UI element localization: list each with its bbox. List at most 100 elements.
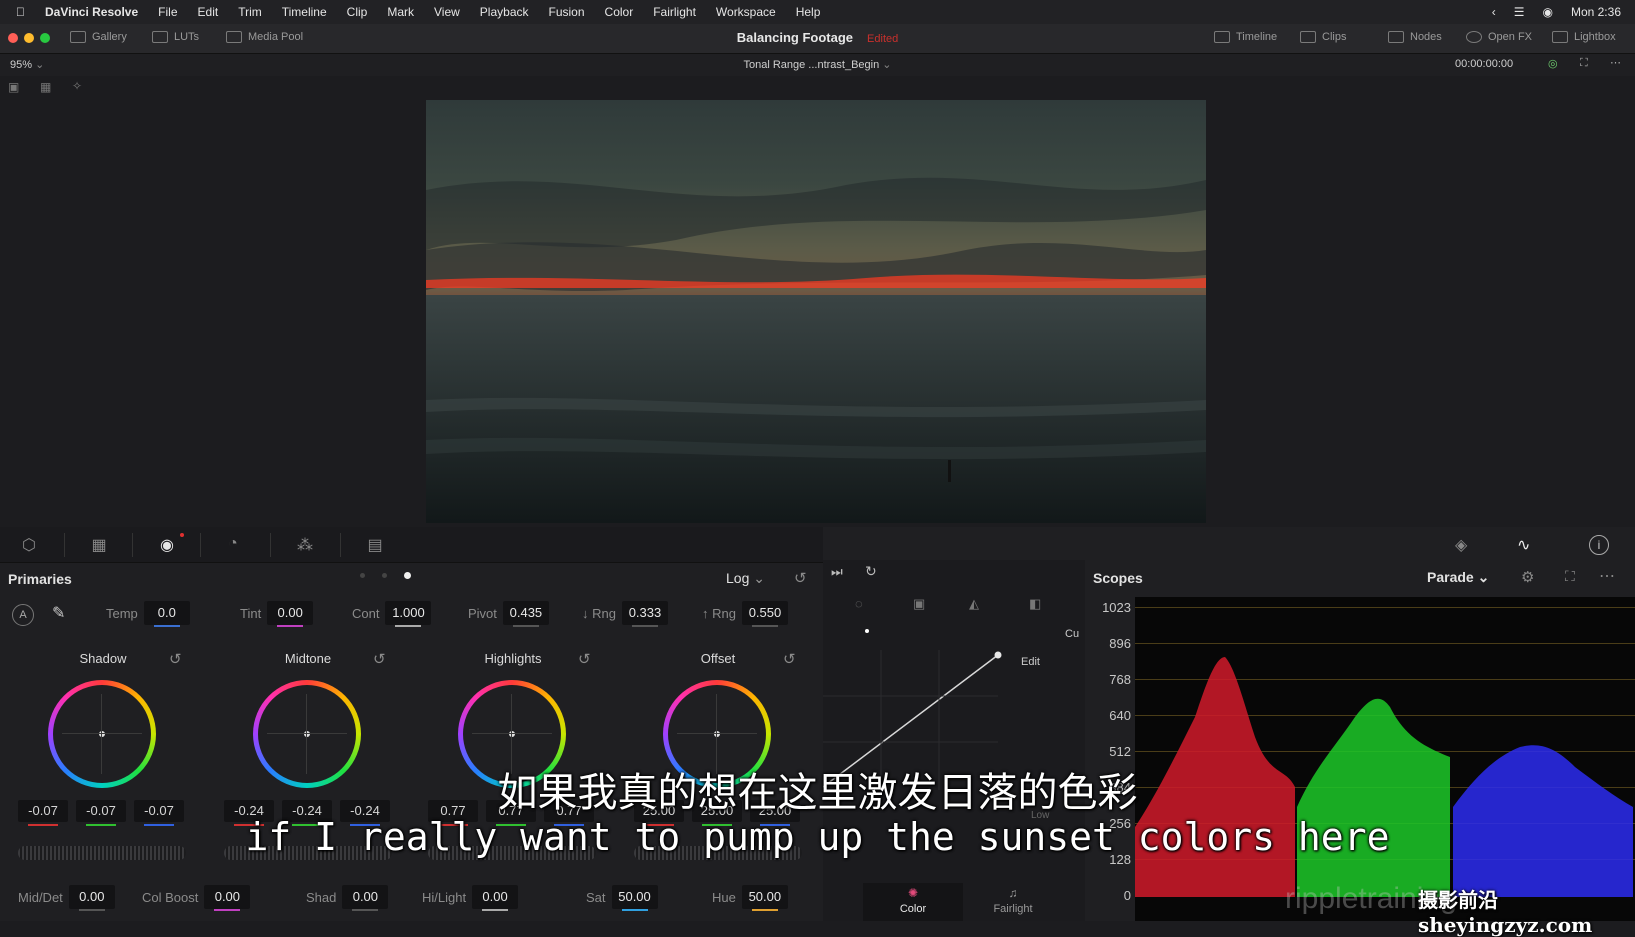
control-center-icon[interactable]: ☰ bbox=[1514, 5, 1525, 19]
menu-fusion[interactable]: Fusion bbox=[549, 5, 585, 19]
curve-mode-icon[interactable]: ◭ bbox=[969, 596, 979, 612]
color-match-icon[interactable]: ▦ bbox=[86, 535, 112, 555]
low-range-field[interactable]: 0.333 bbox=[621, 601, 668, 627]
wheel-crosshair bbox=[62, 733, 142, 734]
menu-help[interactable]: Help bbox=[796, 5, 821, 19]
menu-clip[interactable]: Clip bbox=[347, 5, 368, 19]
open-fx-button[interactable]: Open FX bbox=[1466, 31, 1532, 43]
timeline-button[interactable]: Timeline bbox=[1214, 31, 1277, 43]
clips-button[interactable]: Clips bbox=[1300, 31, 1346, 43]
reset-all-icon[interactable]: ↺ bbox=[794, 569, 807, 587]
wheel-puck[interactable] bbox=[99, 731, 105, 737]
param-temp: Temp 0.0 bbox=[106, 600, 190, 627]
loop-icon[interactable]: ↻ bbox=[865, 563, 877, 580]
split-screen-icon[interactable]: ▦ bbox=[40, 80, 51, 94]
palette-tabs: ⬡ ▦ ◉ ◔ ⁂ ▤ bbox=[0, 527, 823, 563]
wheel-puck[interactable] bbox=[509, 731, 515, 737]
wheel-puck[interactable] bbox=[714, 731, 720, 737]
skip-end-icon[interactable]: ⏭ bbox=[831, 564, 843, 580]
auto-balance-icon[interactable]: A bbox=[12, 604, 34, 626]
pivot-field[interactable]: 0.435 bbox=[502, 601, 549, 627]
more-options-icon[interactable]: ⋯ bbox=[1599, 566, 1615, 586]
wheel-puck[interactable] bbox=[304, 731, 310, 737]
cont-field[interactable]: 1.000 bbox=[385, 601, 432, 627]
scope-tick: 640 bbox=[1109, 708, 1131, 723]
info-icon[interactable]: i bbox=[1589, 535, 1609, 555]
tint-field[interactable]: 0.00 bbox=[267, 601, 314, 627]
siri-icon[interactable]: ◉ bbox=[1542, 5, 1552, 19]
nodes-icon bbox=[1388, 31, 1404, 43]
clock: Mon 2:36 bbox=[1570, 5, 1621, 19]
color-wheels-icon[interactable]: ◉ bbox=[154, 535, 180, 555]
nodes-button[interactable]: Nodes bbox=[1388, 31, 1442, 43]
clips-label: Clips bbox=[1322, 31, 1347, 43]
param-saturation: Sat 50.00 bbox=[586, 884, 658, 911]
param-pivot: Pivot 0.435 bbox=[468, 600, 549, 627]
motion-effects-icon[interactable]: ▤ bbox=[362, 535, 388, 555]
scopes-title: Scopes bbox=[1093, 570, 1143, 586]
hue-field[interactable]: 50.00 bbox=[741, 885, 788, 911]
temp-field[interactable]: 0.0 bbox=[143, 601, 190, 627]
saturation-field[interactable]: 50.00 bbox=[611, 885, 658, 911]
param-tint: Tint 0.00 bbox=[240, 600, 314, 627]
menu-workspace[interactable]: Workspace bbox=[716, 5, 776, 19]
reset-icon[interactable]: ↺ bbox=[373, 650, 386, 668]
page-tab-fairlight[interactable]: ♫ Fairlight bbox=[963, 883, 1063, 921]
expand-icon[interactable]: ⛶ bbox=[1565, 568, 1575, 585]
page-dot[interactable] bbox=[382, 573, 387, 578]
wheel-crosshair bbox=[472, 733, 552, 734]
param-color-boost: Col Boost 0.00 bbox=[142, 884, 251, 911]
highlight-icon[interactable]: ✧ bbox=[72, 79, 82, 93]
image-wipe-icon[interactable]: ▣ bbox=[8, 80, 19, 94]
picker-icon[interactable]: ✎ bbox=[52, 603, 65, 623]
hdr-wheels-icon[interactable]: ◔ bbox=[220, 535, 246, 555]
mid-detail-field[interactable]: 0.00 bbox=[68, 885, 115, 911]
shadows-field[interactable]: 0.00 bbox=[342, 885, 389, 911]
menu-mark[interactable]: Mark bbox=[387, 5, 414, 19]
curve-mode-icon[interactable]: ◧ bbox=[1029, 596, 1041, 612]
menu-trim[interactable]: Trim bbox=[238, 5, 262, 19]
color-boost-field[interactable]: 0.00 bbox=[204, 885, 251, 911]
video-viewer[interactable] bbox=[426, 100, 1206, 523]
scopes-icon[interactable]: ∿ bbox=[1517, 535, 1530, 555]
more-options-icon[interactable]: ⋯ bbox=[1610, 56, 1621, 69]
high-range-field[interactable]: 0.550 bbox=[741, 601, 788, 627]
temp-label: Temp bbox=[106, 605, 138, 621]
viewer-tools: ▣ ▦ ✧ bbox=[0, 76, 1635, 98]
timecode[interactable]: 00:00:00:00 bbox=[1455, 58, 1513, 70]
curve-mode-icon[interactable]: ▣ bbox=[913, 596, 925, 612]
menu-edit[interactable]: Edit bbox=[198, 5, 219, 19]
menu-timeline[interactable]: Timeline bbox=[282, 5, 327, 19]
zoom-select[interactable]: 95% ⌄ bbox=[10, 58, 44, 71]
app-name[interactable]: DaVinci Resolve bbox=[45, 5, 138, 19]
parade-traces bbox=[1135, 657, 1633, 897]
menu-file[interactable]: File bbox=[158, 5, 177, 19]
page-dot-active[interactable] bbox=[404, 572, 411, 579]
keyframe-icon[interactable]: ◈ bbox=[1455, 535, 1467, 555]
scope-tick: 512 bbox=[1109, 744, 1131, 759]
curve-mode-icon[interactable]: ◌ bbox=[855, 596, 863, 611]
reset-icon[interactable]: ↺ bbox=[783, 650, 796, 668]
reset-icon[interactable]: ↺ bbox=[578, 650, 591, 668]
chevron-left-icon[interactable]: ‹ bbox=[1492, 5, 1496, 19]
menu-playback[interactable]: Playback bbox=[480, 5, 529, 19]
page-dot-active[interactable] bbox=[865, 629, 869, 633]
camera-raw-icon[interactable]: ⬡ bbox=[16, 535, 42, 555]
fullscreen-icon[interactable]: ⛶ bbox=[1580, 57, 1588, 70]
color-sync-icon[interactable]: ◎ bbox=[1548, 57, 1558, 70]
page-dot[interactable] bbox=[360, 573, 365, 578]
page-tab-color[interactable]: ✺ Color bbox=[863, 883, 963, 921]
apple-icon[interactable]:  bbox=[16, 5, 25, 19]
timeline-icon bbox=[1214, 31, 1230, 43]
lightbox-button[interactable]: Lightbox bbox=[1552, 31, 1616, 43]
scope-mode-select[interactable]: Parade ⌄ bbox=[1427, 569, 1489, 586]
menu-view[interactable]: View bbox=[434, 5, 460, 19]
highlight-field[interactable]: 0.00 bbox=[472, 885, 519, 911]
rgb-mixer-icon[interactable]: ⁂ bbox=[292, 535, 318, 555]
menu-color[interactable]: Color bbox=[605, 5, 634, 19]
scope-settings-icon[interactable]: ⚙ bbox=[1521, 568, 1534, 586]
scope-tick: 0 bbox=[1123, 888, 1131, 903]
reset-icon[interactable]: ↺ bbox=[169, 650, 182, 668]
mode-select[interactable]: Log ⌄ bbox=[726, 570, 765, 587]
menu-fairlight[interactable]: Fairlight bbox=[653, 5, 696, 19]
